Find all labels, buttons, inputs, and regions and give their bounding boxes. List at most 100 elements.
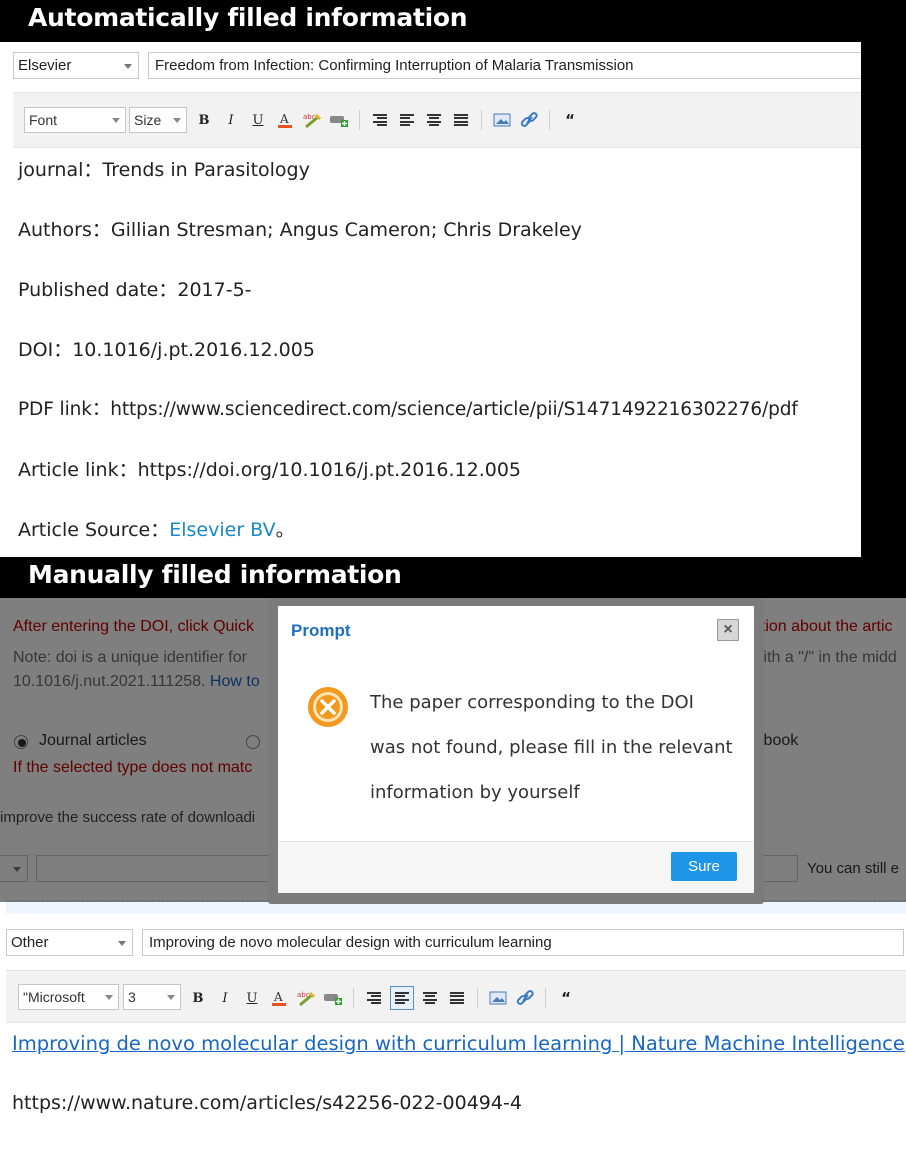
align-left-icon: [395, 992, 409, 1004]
link-icon: [516, 990, 534, 1005]
font-color-button[interactable]: A: [268, 987, 290, 1009]
close-icon: ×: [723, 621, 733, 638]
published-label: Published date：: [18, 279, 178, 301]
spellcheck-icon: abc: [303, 113, 322, 129]
image-icon: [493, 113, 511, 127]
font-select-value: Font: [29, 112, 58, 128]
align-right-button[interactable]: [363, 987, 385, 1009]
svg-text:A: A: [279, 112, 289, 126]
font-color-button[interactable]: A: [274, 109, 296, 131]
format-buttons: B I U A abc “: [193, 109, 581, 131]
font-color-icon: A: [272, 990, 286, 1006]
dialog-footer: Sure: [278, 841, 754, 893]
journal-label: journal：: [18, 159, 103, 181]
remove-format-button[interactable]: [322, 987, 344, 1009]
chevron-down-icon: [173, 118, 181, 123]
spellcheck-icon: abc: [297, 991, 316, 1007]
source-end: 。: [275, 519, 295, 541]
font-select[interactable]: "Microsoft: [18, 984, 119, 1010]
size-select[interactable]: Size: [129, 107, 187, 133]
source-select[interactable]: Elsevier: [13, 52, 139, 79]
editor-toolbar: "Microsoft 3 B I U A abc “: [6, 970, 906, 1023]
prompt-dialog-frame: Prompt × The paper corresponding to the …: [268, 598, 764, 904]
toolbar-divider: [359, 110, 360, 130]
bold-button[interactable]: B: [193, 109, 215, 131]
insert-image-button[interactable]: [487, 987, 509, 1009]
blockquote-button[interactable]: “: [555, 987, 577, 1009]
authors-label: Authors：: [18, 219, 111, 241]
banner-auto: Automatically filled information: [28, 3, 468, 32]
align-justify-icon: [450, 992, 464, 1004]
pdf-link-line: PDF link：https://www.sciencedirect.com/s…: [18, 395, 798, 421]
chevron-down-icon: [112, 118, 120, 123]
authors-value: Gillian Stresman; Angus Cameron; Chris D…: [110, 219, 582, 241]
article-source-line: Article Source：Elsevier BV。: [18, 515, 295, 542]
toolbar-divider: [545, 988, 546, 1008]
image-icon: [489, 991, 507, 1005]
article-title-line: Improving de novo molecular design with …: [12, 1032, 905, 1055]
italic-button[interactable]: I: [220, 109, 242, 131]
underline-button[interactable]: U: [247, 109, 269, 131]
svg-text:A: A: [273, 990, 283, 1004]
size-select[interactable]: 3: [123, 984, 181, 1010]
insert-link-button[interactable]: [514, 987, 536, 1009]
insert-link-button[interactable]: [518, 109, 540, 131]
dialog-message-line-3: information by yourself: [370, 782, 580, 803]
chevron-down-icon: [105, 995, 113, 1000]
doi-line: DOI：10.1016/j.pt.2016.12.005: [18, 335, 315, 362]
align-right-button[interactable]: [369, 109, 391, 131]
align-center-icon: [423, 992, 437, 1004]
toolbar-divider: [481, 110, 482, 130]
size-select-value: Size: [134, 112, 162, 128]
journal-value: Trends in Parasitology: [102, 159, 310, 181]
doi-label: DOI：: [18, 339, 73, 361]
title-input-value: Improving de novo molecular design with …: [149, 934, 552, 951]
bold-button[interactable]: B: [187, 987, 209, 1009]
align-center-button[interactable]: [423, 109, 445, 131]
insert-image-button[interactable]: [491, 109, 513, 131]
close-button[interactable]: ×: [717, 619, 739, 641]
font-select[interactable]: Font: [24, 107, 126, 133]
remove-format-icon: [330, 116, 348, 127]
toolbar-divider: [353, 988, 354, 1008]
error-icon: [306, 685, 350, 729]
article-label: Article link：: [18, 459, 138, 481]
title-input[interactable]: Improving de novo molecular design with …: [142, 929, 904, 956]
dialog-message: The paper corresponding to the DOI was n…: [370, 680, 733, 815]
prompt-dialog: Prompt × The paper corresponding to the …: [278, 606, 754, 893]
editor-toolbar: Font Size B I U A abc “: [13, 92, 861, 148]
remove-format-icon: [324, 994, 342, 1005]
font-color-icon: A: [278, 112, 292, 128]
dialog-title: Prompt: [291, 621, 351, 640]
remove-format-button[interactable]: [328, 109, 350, 131]
dialog-message-line-2: was not found, please fill in the releva…: [370, 737, 733, 758]
spellcheck-button[interactable]: abc: [301, 109, 323, 131]
article-link-line: Article link：https://doi.org/10.1016/j.p…: [18, 455, 521, 482]
published-line: Published date：2017-5-: [18, 275, 252, 302]
format-buttons: B I U A abc “: [187, 986, 577, 1010]
chevron-down-icon: [124, 63, 132, 69]
toolbar-divider: [477, 988, 478, 1008]
article-url-line: https://www.nature.com/articles/s42256-0…: [12, 1092, 522, 1114]
link-icon: [520, 112, 538, 127]
align-center-button[interactable]: [419, 987, 441, 1009]
sure-button[interactable]: Sure: [671, 852, 737, 881]
pdf-label: PDF link：: [18, 399, 111, 420]
article-title-link[interactable]: Improving de novo molecular design with …: [12, 1032, 905, 1055]
title-input[interactable]: Freedom from Infection: Confirming Inter…: [148, 52, 861, 79]
align-left-icon: [400, 114, 414, 126]
blockquote-button[interactable]: “: [559, 109, 581, 131]
underline-button[interactable]: U: [241, 987, 263, 1009]
journal-line: journal：Trends in Parasitology: [18, 155, 310, 182]
align-right-icon: [373, 114, 387, 126]
align-justify-button[interactable]: [446, 987, 468, 1009]
size-select-value: 3: [128, 989, 136, 1005]
italic-button[interactable]: I: [214, 987, 236, 1009]
align-justify-button[interactable]: [450, 109, 472, 131]
align-left-button[interactable]: [396, 109, 418, 131]
source-link[interactable]: Elsevier BV: [169, 519, 275, 541]
align-left-button[interactable]: [390, 986, 414, 1010]
spellcheck-button[interactable]: abc: [295, 987, 317, 1009]
source-select[interactable]: Other: [6, 929, 133, 956]
chevron-down-icon: [118, 940, 126, 946]
